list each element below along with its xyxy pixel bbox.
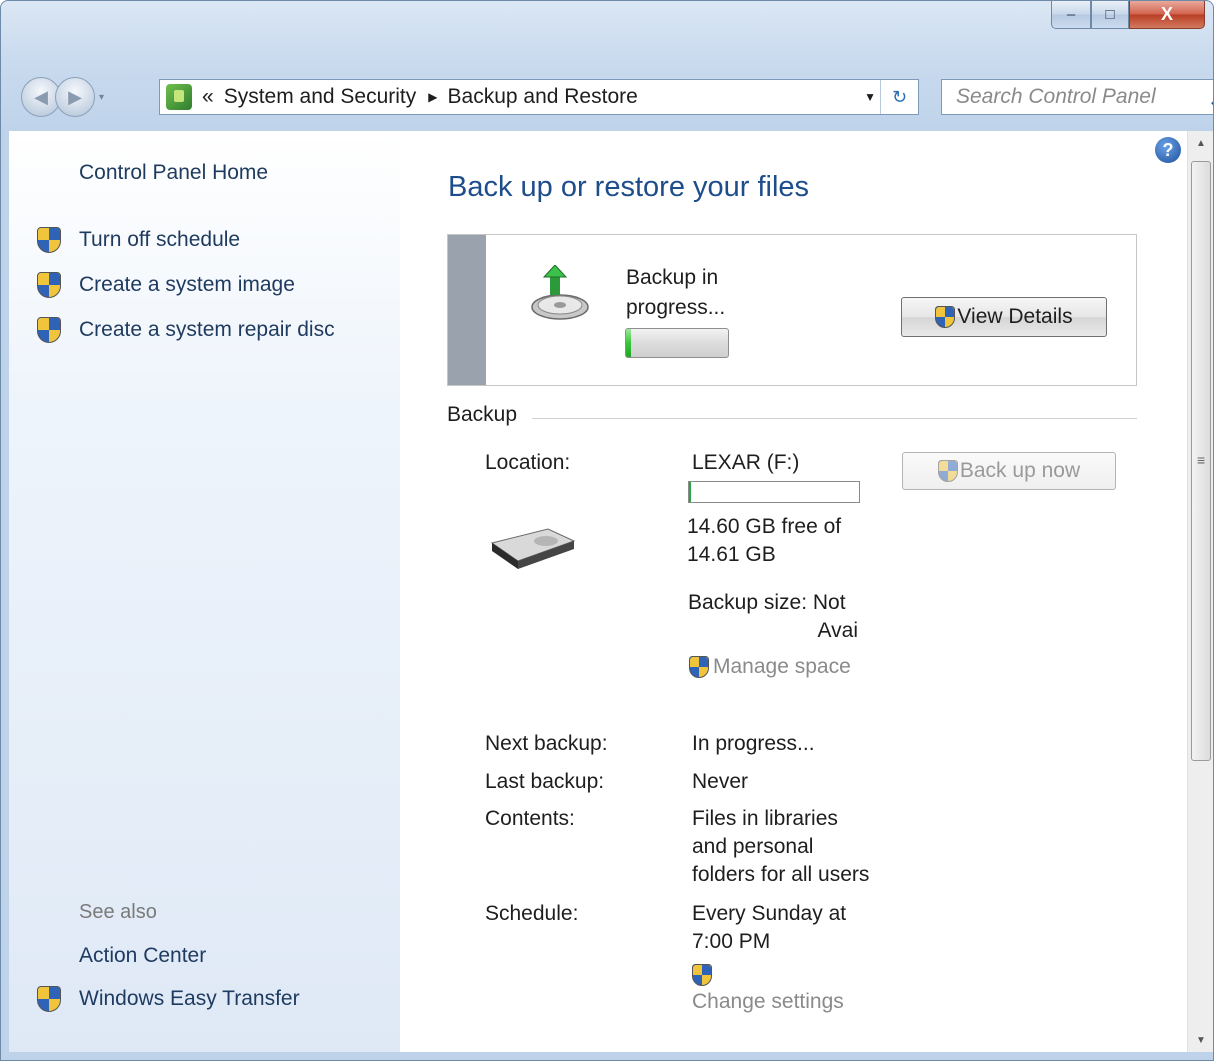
scroll-down-icon: ▼ <box>1196 1034 1206 1046</box>
windows-easy-transfer-link[interactable]: Windows Easy Transfer <box>37 986 300 1012</box>
task-label: Turn off schedule <box>79 228 241 251</box>
uac-shield-icon <box>692 964 712 986</box>
status-message: Backup in progress... <box>626 263 746 323</box>
caption-buttons: – □ X <box>1051 1 1205 45</box>
location-value: LEXAR (F:) <box>692 451 800 474</box>
back-arrow-icon: ◀ <box>34 86 48 107</box>
link-label: Manage space <box>713 655 851 678</box>
backup-size-line: Avai <box>817 619 858 642</box>
location-label: Location: <box>485 451 571 474</box>
contents-line: folders for all users <box>692 863 870 886</box>
vertical-scrollbar[interactable]: ▲ ≡ ▼ <box>1187 131 1213 1052</box>
see-also-heading: See also <box>79 901 157 923</box>
uac-shield-icon <box>937 460 958 482</box>
scroll-up-icon: ▲ <box>1196 137 1206 149</box>
turn-off-schedule-link[interactable]: Turn off schedule <box>37 227 240 253</box>
backup-status-panel: Backup in progress... View Details <box>447 234 1137 386</box>
search-box[interactable]: Search Control Panel <box>941 79 1213 115</box>
backup-progress-bar <box>625 328 729 358</box>
page-title: Back up or restore your files <box>448 171 810 203</box>
free-space-text: 14.60 GB free of 14.61 GB <box>687 513 841 569</box>
uac-shield-icon <box>37 317 61 343</box>
schedule-line: Every Sunday at <box>692 902 847 925</box>
contents-line: and personal <box>692 835 814 858</box>
task-label: Windows Easy Transfer <box>79 987 300 1010</box>
close-button[interactable]: X <box>1129 1 1205 29</box>
schedule-line: 7:00 PM <box>692 930 771 953</box>
back-up-now-button[interactable]: Back up now <box>902 452 1116 490</box>
status-line: Backup in <box>626 266 719 289</box>
breadcrumb-system-and-security[interactable]: System and Security <box>224 85 417 109</box>
next-backup-label: Next backup: <box>485 732 608 755</box>
button-label: View Details <box>957 305 1073 328</box>
navigation-bar: ◀ ▶ ▾ « System and Security ▶ Backup and… <box>21 71 1213 123</box>
last-backup-label: Last backup: <box>485 770 605 793</box>
schedule-label: Schedule: <box>485 902 579 925</box>
change-settings-link[interactable]: Change settings <box>692 964 844 1014</box>
breadcrumb-backup-and-restore[interactable]: Backup and Restore <box>448 85 638 109</box>
contents-value: Files in libraries and personal folders … <box>692 805 869 889</box>
address-dropdown-icon[interactable]: ▼ <box>864 90 876 104</box>
backup-size-line: Backup size: Not <box>688 591 846 614</box>
status-line: progress... <box>626 296 726 319</box>
progress-fill <box>626 329 632 357</box>
create-system-repair-disc-link[interactable]: Create a system repair disc <box>37 317 335 343</box>
link-label: Change settings <box>692 990 844 1013</box>
breadcrumb-separator-icon[interactable]: ▶ <box>428 90 437 104</box>
forward-button[interactable]: ▶ <box>55 77 95 117</box>
forward-arrow-icon: ▶ <box>68 86 82 107</box>
backup-in-progress-icon <box>531 265 589 320</box>
scroll-up-button[interactable]: ▲ <box>1188 131 1213 155</box>
usb-drive-icon <box>490 528 576 569</box>
scroll-grip-icon: ≡ <box>1197 452 1206 468</box>
backup-and-restore-window: – □ X ◀ ▶ ▾ « System and Security ▶ Back… <box>0 0 1214 1061</box>
minimize-button[interactable]: – <box>1051 1 1091 29</box>
refresh-icon: ↻ <box>891 86 908 107</box>
scroll-down-button[interactable]: ▼ <box>1188 1028 1213 1052</box>
schedule-value: Every Sunday at 7:00 PM <box>692 900 846 956</box>
free-space-line: 14.60 GB free of <box>687 515 842 538</box>
recent-pages-dropdown[interactable]: ▾ <box>99 92 104 103</box>
uac-shield-icon <box>37 272 61 298</box>
free-space-line: 14.61 GB <box>687 543 776 566</box>
view-details-button[interactable]: View Details <box>901 297 1107 337</box>
control-panel-icon <box>166 84 192 110</box>
last-backup-value: Never <box>692 770 749 793</box>
action-center-link[interactable]: Action Center <box>79 944 206 968</box>
address-bar[interactable]: « System and Security ▶ Backup and Resto… <box>159 79 919 115</box>
uac-shield-icon <box>935 306 956 328</box>
button-label: Back up now <box>959 459 1081 482</box>
create-system-image-link[interactable]: Create a system image <box>37 272 295 298</box>
backup-size-text: Backup size: Not Avai <box>688 589 860 645</box>
contents-label: Contents: <box>485 807 575 830</box>
backup-section-heading: Backup <box>447 403 518 426</box>
maximize-button[interactable]: □ <box>1091 1 1129 29</box>
disk-space-bar <box>688 481 860 503</box>
task-pane: Control Panel Home Turn off schedule Cre… <box>9 131 400 1052</box>
control-panel-home-link[interactable]: Control Panel Home <box>79 161 268 185</box>
breadcrumb-overflow[interactable]: « <box>202 85 214 109</box>
help-icon[interactable]: ? <box>1155 137 1181 163</box>
disk-used-fill <box>689 482 691 502</box>
task-label: Create a system repair disc <box>79 318 335 341</box>
status-strip <box>448 235 486 385</box>
search-placeholder: Search Control Panel <box>956 85 1156 108</box>
section-divider <box>532 418 1137 419</box>
main-pane: ? Back up or restore your files Backup i… <box>400 131 1187 1052</box>
content-area: Control Panel Home Turn off schedule Cre… <box>9 131 1213 1052</box>
scroll-thumb[interactable]: ≡ <box>1191 161 1211 761</box>
uac-shield-icon <box>37 986 61 1012</box>
task-label: Create a system image <box>79 273 295 296</box>
uac-shield-icon <box>37 227 61 253</box>
next-backup-value: In progress... <box>692 732 815 755</box>
uac-shield-icon <box>689 656 709 678</box>
contents-line: Files in libraries <box>692 807 838 830</box>
manage-space-link[interactable]: Manage space <box>689 655 851 679</box>
refresh-button[interactable]: ↻ <box>880 80 918 114</box>
